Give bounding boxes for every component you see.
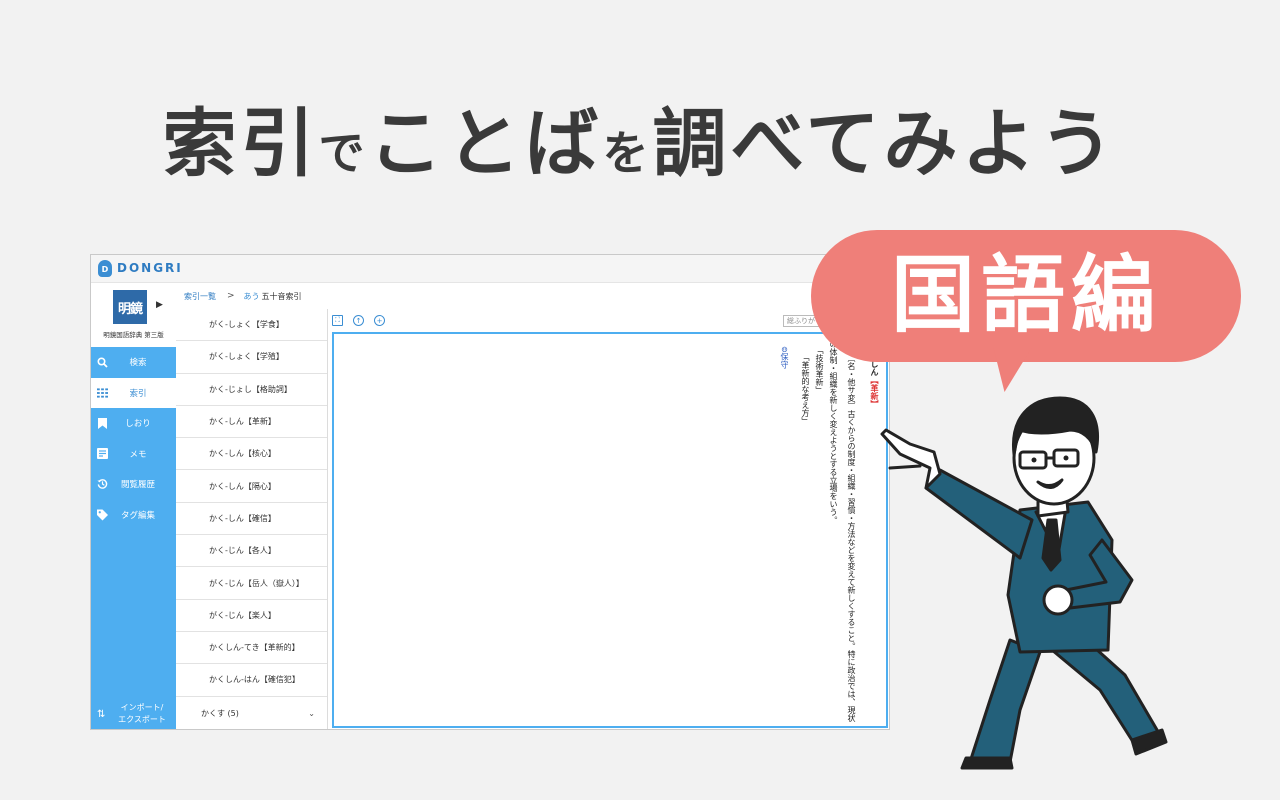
headline-part-5: 調べてみよう [652, 101, 1118, 187]
index-item[interactable]: がく-じん【楽人】 [176, 600, 327, 632]
sidebar-item-label: 索引 [129, 388, 147, 399]
headline-part-3: ことば [368, 101, 603, 187]
memo-icon [97, 448, 108, 460]
sidebar-item-label: 閲覧履歴 [120, 480, 155, 491]
dongri-logo-icon: D [98, 260, 112, 277]
breadcrumb-separator: > [227, 291, 235, 301]
index-item[interactable]: かく-しん【核心】 [176, 438, 327, 471]
chevron-down-icon: ⌄ [308, 708, 315, 718]
index-group-kakusu[interactable]: かくす (5) ⌄ [176, 695, 327, 729]
index-item[interactable]: がく-しょく【学食】 [176, 309, 327, 342]
swap-arrows-icon: ⇅ [97, 709, 106, 720]
breadcrumb-root-link[interactable]: 索引一覧 [184, 291, 216, 302]
sidebar-item-search[interactable]: 検索 [91, 347, 176, 378]
zoom-in-icon[interactable]: + [374, 315, 385, 326]
sidebar-item-label: メモ [129, 449, 147, 460]
sidebar-item-label: 検索 [129, 358, 147, 369]
sidebar-item-history[interactable]: 閲覧履歴 [91, 469, 176, 500]
sidebar-nav: 検索 索引 しおり メモ 閲覧履歴 タグ編集 [91, 347, 176, 530]
import-export-label-1: インポート/ [120, 703, 164, 712]
app-topbar: D DONGRI [91, 255, 889, 283]
index-item[interactable]: かく-しん【確信】 [176, 503, 327, 536]
index-item[interactable]: がく-じん【岳人（嶽人）】 [176, 567, 327, 600]
index-item[interactable]: かく-しん【隔心】 [176, 470, 327, 503]
breadcrumb-current: 五十音索引 [261, 291, 302, 301]
sidebar-item-memo[interactable]: メモ [91, 439, 176, 470]
index-item[interactable]: がく-しょく【学殖】 [176, 341, 327, 374]
scroll-up-icon[interactable]: ↑ [353, 315, 364, 326]
headline-part-1: 索引 [162, 101, 319, 187]
businessman-illustration [880, 396, 1168, 770]
content-toolbar: ⛶ ↑ + 総ふりが [328, 311, 888, 331]
sidebar-item-label: タグ編集 [120, 510, 155, 521]
grid-icon [97, 387, 108, 398]
entry-definition-line-2: の体制・組織を新しく変えようとする立場をいう。 [829, 340, 838, 524]
history-icon [97, 479, 108, 490]
entry-antonym-link[interactable]: 保守 [780, 353, 789, 369]
dictionary-cover: 明鏡 [113, 290, 147, 324]
entry-example-1: 「技術革新」 [815, 346, 824, 394]
app-window: D DONGRI 明鏡 ▶ 明鏡国語辞典 第三版 検索 索引 しおり メモ 閲覧… [90, 254, 890, 730]
entry-content: しん【革新】 〔名・他サ変〕古くからの制度・組織・習慣・方法などを変えて新しくす… [332, 332, 888, 728]
sidebar-item-bookmark[interactable]: しおり [91, 408, 176, 439]
bookmark-icon [97, 417, 108, 429]
index-item[interactable]: かくしん-てき【革新的】 [176, 632, 327, 665]
index-item[interactable]: かくしん-はん【確信犯】 [176, 664, 327, 697]
index-group-label: かくす (5) [201, 708, 239, 718]
entry-definition-line-1: 〔名・他サ変〕古くからの制度・組織・習慣・方法などを変えて新しくすること。特に政… [847, 354, 856, 722]
headline-part-4: を [602, 126, 653, 180]
index-list: がく-しょく【学食】 がく-しょく【学殖】 かく-じょし【格助詞】 かく-しん【… [176, 309, 328, 729]
sidebar-item-label: しおり [125, 419, 151, 430]
index-item[interactable]: かく-しん【革新】 [176, 406, 327, 439]
antonym-icon: ⊜ [780, 346, 789, 353]
speech-bubble-text: 国語編 [890, 246, 1161, 344]
play-arrow-icon[interactable]: ▶ [156, 300, 163, 310]
search-icon [97, 357, 108, 368]
sidebar-item-index[interactable]: 索引 [91, 377, 176, 408]
headline: 索引でことばを調べてみよう [0, 84, 1280, 191]
sidebar: 明鏡 ▶ 明鏡国語辞典 第三版 検索 索引 しおり メモ 閲覧履歴 タグ編集 ⇅… [91, 283, 176, 729]
fullscreen-icon[interactable]: ⛶ [332, 315, 343, 326]
entry-headword-kana: しん [870, 360, 879, 376]
entry-example-2: 「革新的な考え方」 [801, 353, 810, 425]
import-export-label-2: エクスポート [118, 715, 166, 724]
brand-name: DONGRI [117, 261, 183, 275]
sidebar-item-tag-edit[interactable]: タグ編集 [91, 500, 176, 531]
kana-index-icon: あう [243, 291, 260, 301]
breadcrumb: 索引一覧 > あう 五十音索引 [176, 283, 889, 309]
index-item[interactable]: かく-じん【各人】 [176, 535, 327, 568]
dictionary-selector[interactable]: 明鏡 ▶ 明鏡国語辞典 第三版 [91, 283, 176, 347]
headline-part-2: で [318, 126, 369, 180]
import-export-button[interactable]: ⇅ インポート/ エクスポート [91, 697, 176, 729]
dictionary-name: 明鏡国語辞典 第三版 [103, 331, 164, 339]
tag-icon [97, 509, 108, 521]
index-item[interactable]: かく-じょし【格助詞】 [176, 374, 327, 406]
